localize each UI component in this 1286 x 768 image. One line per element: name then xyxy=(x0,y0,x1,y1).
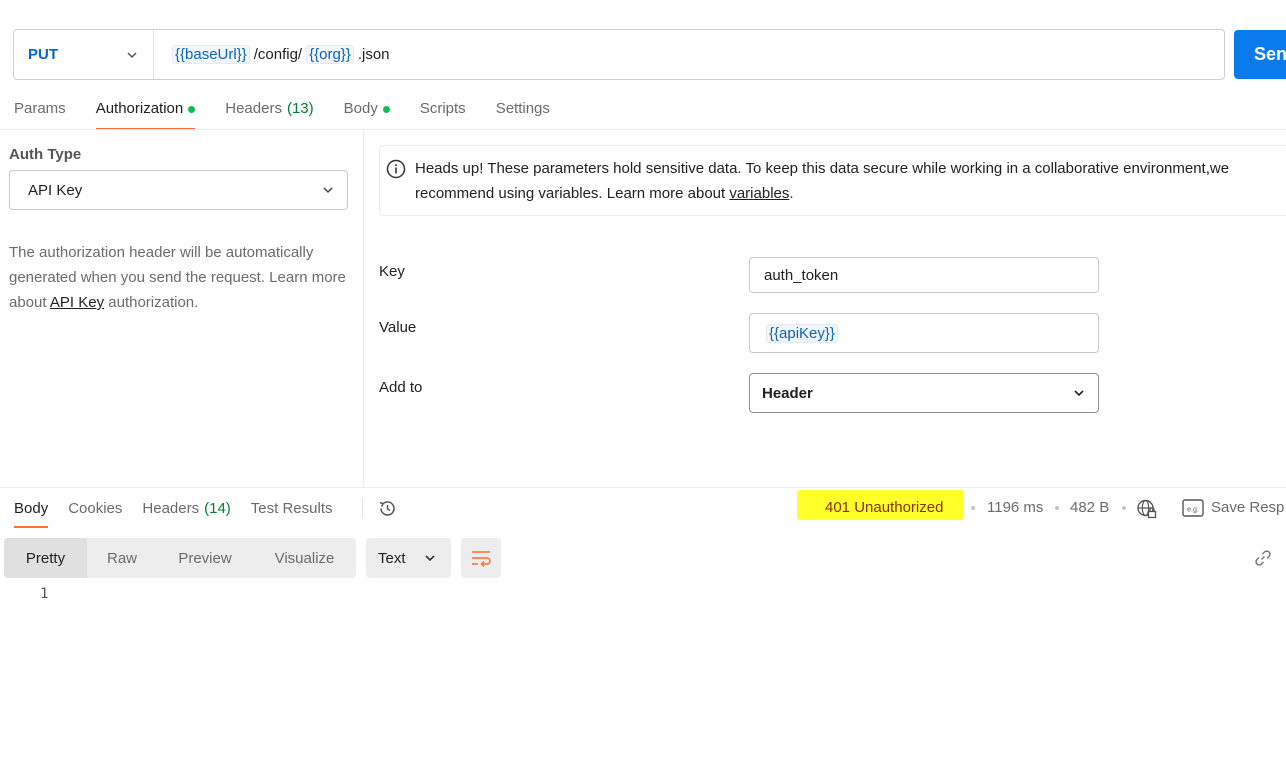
separator-dot xyxy=(1055,506,1059,510)
value-input[interactable]: {{apiKey}} xyxy=(749,313,1099,353)
tab-cookies-label: Cookies xyxy=(68,500,123,517)
sensitive-data-notice: Heads up! These parameters hold sensitiv… xyxy=(379,145,1286,216)
tab-cookies[interactable]: Cookies xyxy=(68,496,122,528)
send-button[interactable]: Sen xyxy=(1234,30,1286,79)
notice-text: Heads up! These parameters hold sensitiv… xyxy=(415,160,1230,202)
auth-type-value: API Key xyxy=(28,181,83,199)
value-label: Value xyxy=(379,319,417,336)
tab-response-body-label: Body xyxy=(14,500,49,517)
format-value: Text xyxy=(378,549,406,567)
method-select[interactable]: PUT xyxy=(14,30,154,79)
status-code[interactable]: 401 Unauthorized xyxy=(825,499,943,516)
add-to-value: Header xyxy=(762,384,813,402)
method-label: PUT xyxy=(28,46,58,63)
save-response-button[interactable]: Save Resp xyxy=(1211,499,1284,516)
history-icon[interactable] xyxy=(377,498,398,519)
auth-description: The authorization header will be automat… xyxy=(9,240,349,315)
response-time[interactable]: 1196 ms xyxy=(987,499,1043,516)
separator-dot xyxy=(971,506,975,510)
panel-divider[interactable] xyxy=(363,130,364,487)
response-size[interactable]: 482 B xyxy=(1070,499,1109,516)
url-variable-org: {{org}} xyxy=(306,45,354,64)
tab-params[interactable]: Params xyxy=(14,96,66,130)
response-tabs: Body Cookies Headers (14) Test Results xyxy=(14,496,353,528)
tab-response-body[interactable]: Body xyxy=(14,496,49,528)
chevron-down-icon xyxy=(1074,390,1084,397)
tab-body-label: Body xyxy=(343,100,378,117)
separator-dot xyxy=(1122,506,1126,510)
url-extension: .json xyxy=(357,46,390,63)
tab-test-results-label: Test Results xyxy=(250,500,333,517)
tab-response-headers-count: (14) xyxy=(204,500,231,517)
tab-settings-label: Settings xyxy=(495,100,550,117)
variables-link[interactable]: variables xyxy=(729,185,789,202)
view-mode-segment: Pretty Raw Preview Visualize xyxy=(4,538,356,578)
tab-test-results[interactable]: Test Results xyxy=(251,496,333,528)
tab-headers-count: (13) xyxy=(286,100,314,117)
notice-end: . xyxy=(789,185,794,202)
tab-scripts[interactable]: Scripts xyxy=(420,96,466,130)
divider xyxy=(0,487,1286,488)
tab-params-label: Params xyxy=(14,100,66,117)
tab-scripts-label: Scripts xyxy=(419,100,466,117)
view-pretty[interactable]: Pretty xyxy=(4,538,87,578)
url-path: /config/ xyxy=(253,46,303,63)
divider xyxy=(0,129,1286,130)
url-bar: PUT {{baseUrl}} /config/ {{org}} .json xyxy=(13,29,1225,80)
tab-headers[interactable]: Headers (13) xyxy=(225,96,313,130)
tab-settings[interactable]: Settings xyxy=(496,96,550,130)
auth-description-suffix: authorization. xyxy=(104,294,199,311)
tab-headers-label: Headers xyxy=(225,100,282,117)
tab-authorization[interactable]: Authorization xyxy=(95,96,196,130)
view-preview[interactable]: Preview xyxy=(157,538,253,578)
modified-dot-icon xyxy=(382,106,390,113)
view-raw[interactable]: Raw xyxy=(87,538,157,578)
example-icon[interactable]: e.g. xyxy=(1182,499,1204,517)
auth-type-label: Auth Type xyxy=(9,146,82,163)
view-visualize[interactable]: Visualize xyxy=(253,538,356,578)
chevron-down-icon xyxy=(127,51,137,58)
key-label: Key xyxy=(379,263,405,280)
tab-response-headers-label: Headers xyxy=(142,500,200,517)
wrap-lines-icon xyxy=(472,551,491,568)
key-input[interactable]: auth_token xyxy=(749,257,1099,293)
add-to-label: Add to xyxy=(379,379,423,396)
modified-dot-icon xyxy=(188,106,196,113)
line-number: 1 xyxy=(40,586,49,602)
auth-type-select[interactable]: API Key xyxy=(9,170,348,210)
value-variable: {{apiKey}} xyxy=(766,323,838,343)
link-icon[interactable] xyxy=(1253,548,1273,568)
tab-body[interactable]: Body xyxy=(344,96,390,130)
divider xyxy=(362,498,363,518)
format-select[interactable]: Text xyxy=(366,538,451,578)
add-to-select[interactable]: Header xyxy=(749,373,1099,413)
key-value: auth_token xyxy=(764,266,839,284)
api-key-link[interactable]: API Key xyxy=(50,294,104,311)
chevron-down-icon xyxy=(425,555,435,562)
chevron-down-icon xyxy=(323,187,333,194)
request-tabs: Params Authorization Headers (13) Body Sc… xyxy=(14,96,580,130)
wrap-lines-button[interactable] xyxy=(461,538,501,578)
info-icon xyxy=(386,159,406,179)
url-variable-baseurl: {{baseUrl}} xyxy=(172,45,250,64)
svg-text:e.g.: e.g. xyxy=(1187,507,1199,514)
globe-lock-icon[interactable] xyxy=(1136,498,1158,520)
tab-response-headers[interactable]: Headers (14) xyxy=(142,496,230,528)
url-input[interactable]: {{baseUrl}} /config/ {{org}} .json xyxy=(154,45,390,64)
tab-authorization-label: Authorization xyxy=(95,100,184,117)
